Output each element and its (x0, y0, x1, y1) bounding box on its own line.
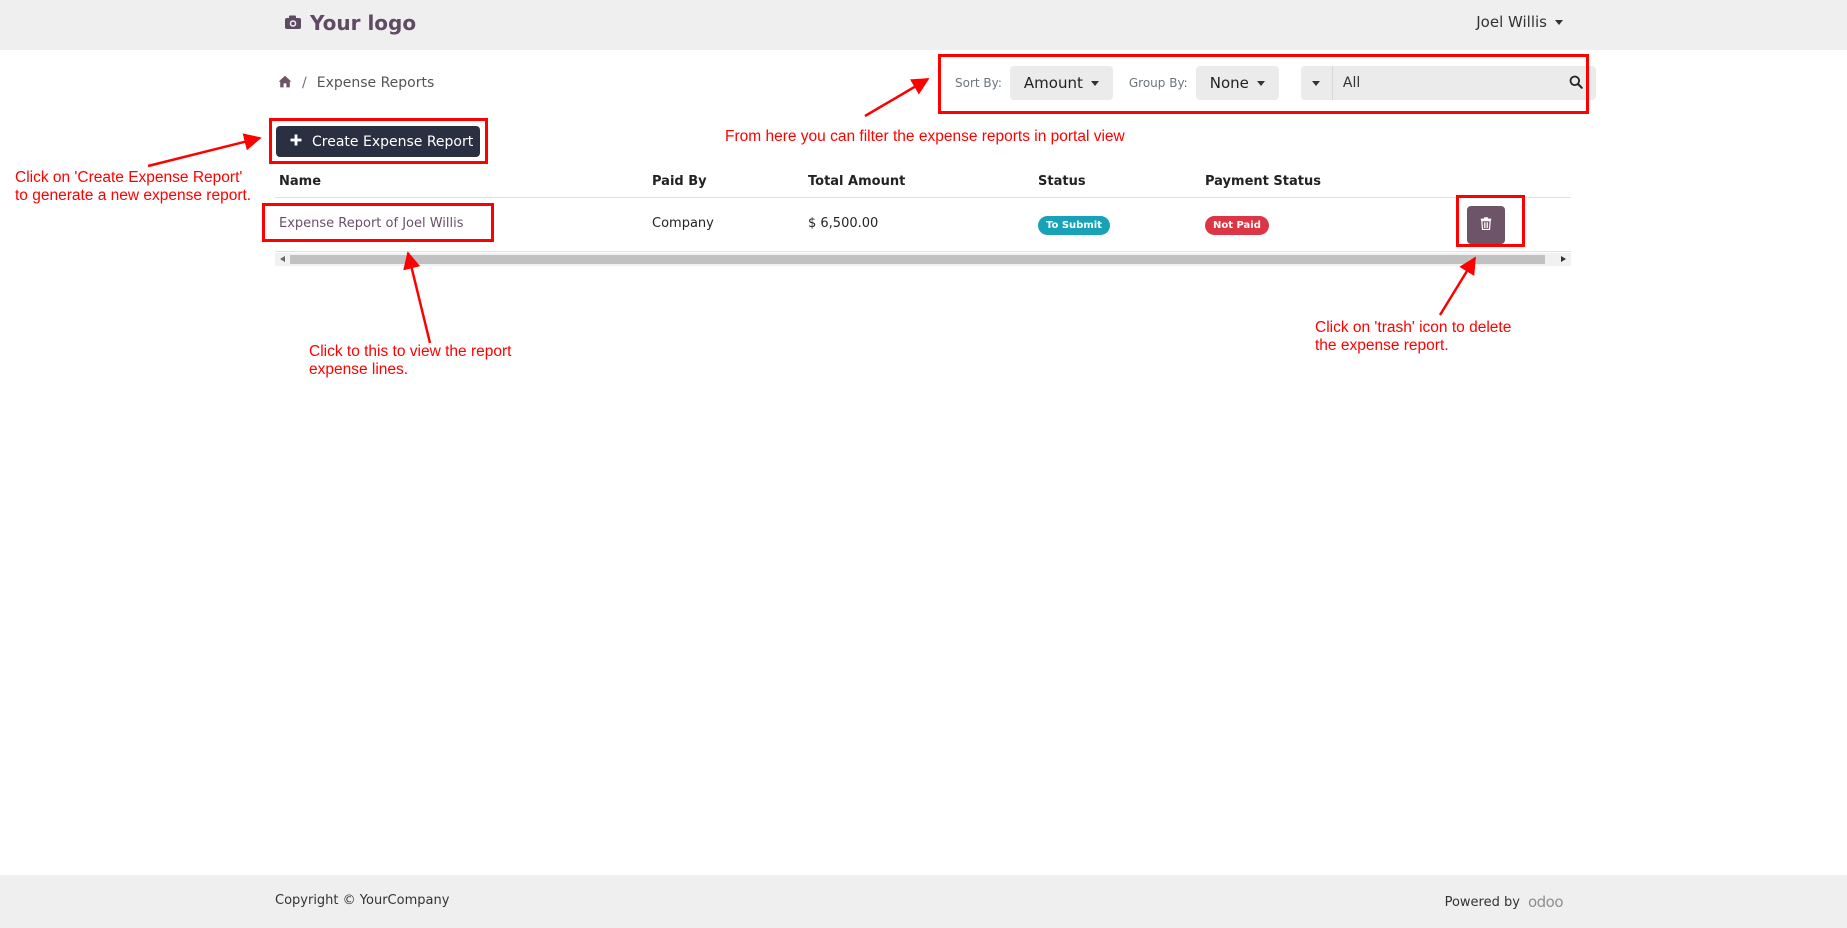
annotation-trash-text: Click on 'trash' icon to delete the expe… (1315, 319, 1511, 355)
arrow-to-filter-bar (864, 77, 930, 118)
paid-by-cell: Company (652, 216, 714, 231)
camera-icon (284, 11, 302, 35)
annotation-trash-line1: Click on 'trash' icon to delete (1315, 319, 1512, 336)
horizontal-scrollbar[interactable] (275, 253, 1571, 266)
copyright-text: Copyright © YourCompany (275, 893, 450, 908)
breadcrumb: / Expense Reports (278, 72, 434, 94)
column-header-paid-by: Paid By (652, 174, 707, 189)
annotation-create-line2: to generate a new expense report. (15, 187, 252, 204)
annotation-filter-line: From here you can filter the expense rep… (725, 128, 1125, 145)
odoo-logo[interactable]: odoo (1528, 893, 1564, 911)
powered-by: Powered by odoo (1444, 893, 1564, 911)
status-badge: To Submit (1038, 216, 1110, 235)
table-header: Name Paid By Total Amount Status Payment… (275, 170, 1571, 198)
column-header-name: Name (279, 174, 322, 189)
annotation-view-line2: expense lines. (309, 361, 409, 378)
scroll-right-icon[interactable] (1561, 256, 1566, 262)
arrow-to-report-link (403, 251, 432, 344)
footer: Copyright © YourCompany Powered by odoo (0, 875, 1847, 928)
annotation-box-filters (938, 54, 1589, 114)
breadcrumb-separator: / (302, 75, 307, 91)
scrollbar-thumb[interactable] (290, 255, 1545, 264)
scroll-left-icon[interactable] (280, 256, 285, 262)
top-navbar: Your logo Joel Willis (0, 0, 1847, 50)
column-header-payment-status: Payment Status (1205, 174, 1321, 189)
logo-text: Your logo (310, 11, 417, 35)
powered-by-text: Powered by (1444, 894, 1520, 910)
user-name: Joel Willis (1476, 13, 1547, 31)
column-header-status: Status (1038, 174, 1086, 189)
annotation-box-create (269, 118, 488, 164)
breadcrumb-current: Expense Reports (316, 75, 435, 91)
annotation-view-line1: Click to this to view the report (309, 343, 512, 360)
annotation-box-trash (1456, 195, 1525, 247)
payment-status-badge: Not Paid (1205, 216, 1269, 235)
annotation-trash-line2: the expense report. (1315, 337, 1449, 354)
annotation-create-line1: Click on 'Create Expense Report' (15, 169, 243, 186)
annotation-create-text: Click on 'Create Expense Report' to gene… (15, 169, 251, 205)
annotation-box-report-link (262, 203, 494, 242)
user-menu-dropdown[interactable]: Joel Willis (1476, 13, 1563, 31)
caret-down-icon (1555, 19, 1563, 25)
total-amount-cell: $ 6,500.00 (808, 216, 879, 231)
annotation-filter-text: From here you can filter the expense rep… (725, 128, 1125, 146)
arrow-to-create-button (147, 133, 262, 168)
company-logo[interactable]: Your logo (284, 9, 416, 37)
arrow-to-trash-button (1438, 256, 1477, 316)
column-header-total-amount: Total Amount (808, 174, 906, 189)
annotation-view-text: Click to this to view the report expense… (309, 343, 511, 379)
home-icon[interactable] (278, 75, 292, 92)
